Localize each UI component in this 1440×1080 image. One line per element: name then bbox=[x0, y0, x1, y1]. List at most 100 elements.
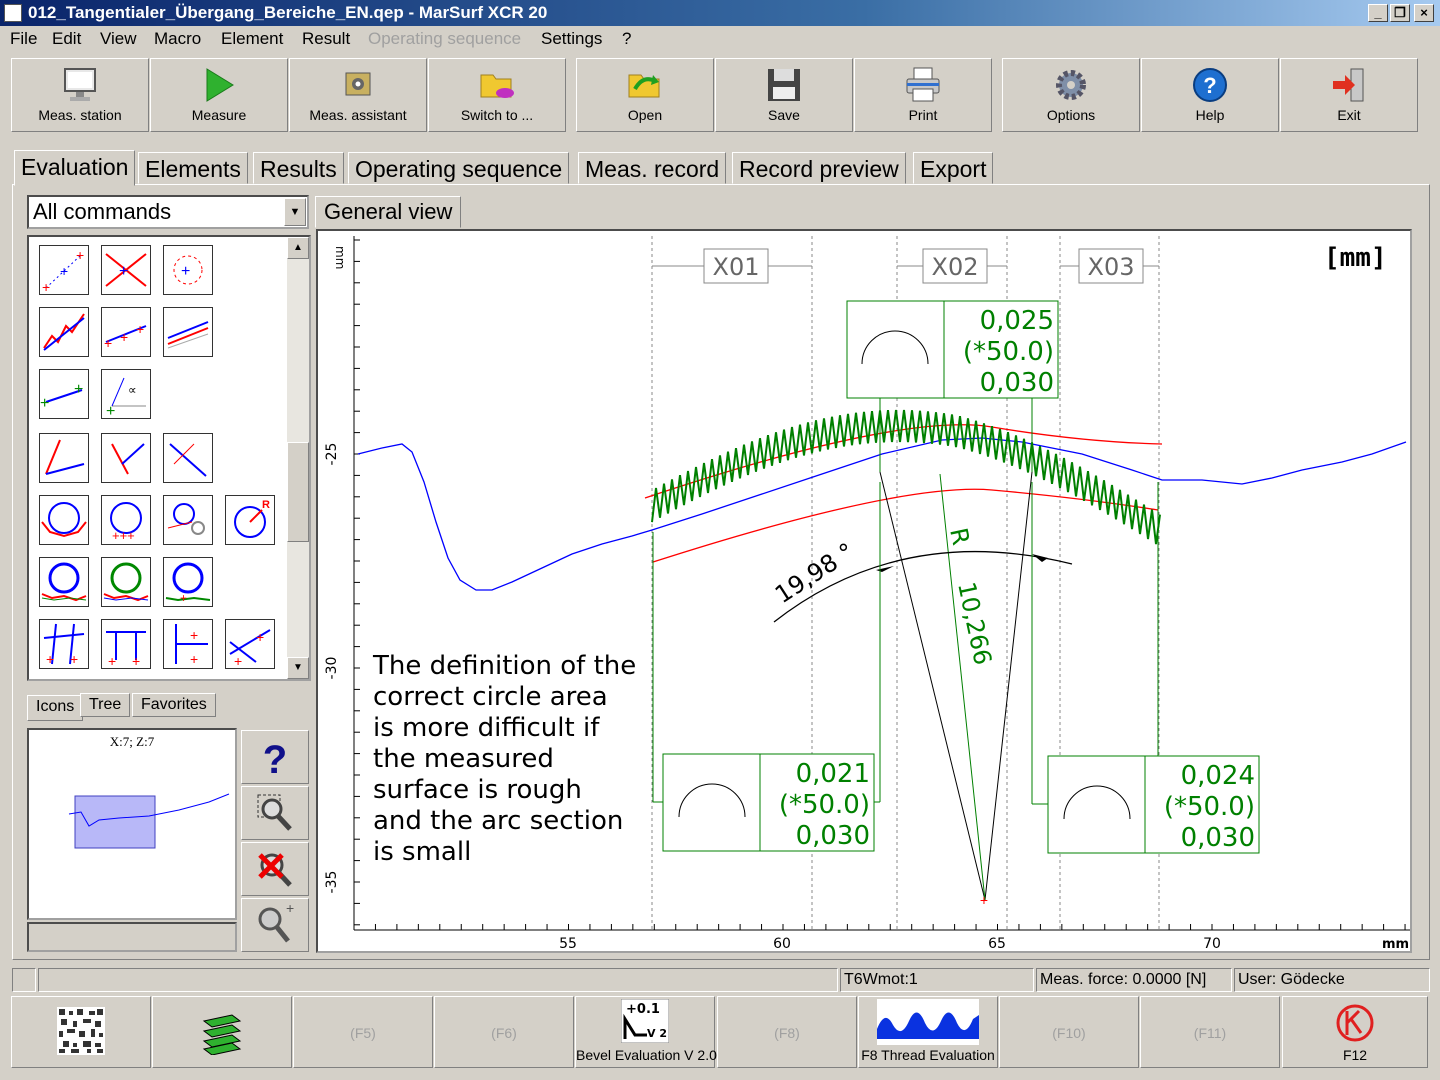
zoom-in-button[interactable]: + bbox=[241, 898, 309, 952]
zoom-in-icon: + bbox=[258, 900, 294, 943]
menu-result[interactable]: Result bbox=[302, 26, 350, 52]
layers-icon bbox=[202, 1014, 242, 1055]
tab-record-preview[interactable]: Record preview bbox=[732, 152, 906, 184]
printer-icon bbox=[906, 67, 940, 102]
scroll-down-icon[interactable]: ▼ bbox=[287, 657, 309, 679]
tab-elements[interactable]: Elements bbox=[138, 152, 248, 184]
tab-favorites[interactable]: Favorites bbox=[132, 693, 216, 717]
menu-bar: File Edit View Macro Element Result Oper… bbox=[0, 26, 1440, 52]
cmd-distance-icon[interactable] bbox=[163, 433, 213, 483]
cmd-circle-fit-icon[interactable] bbox=[39, 495, 89, 545]
cmd-regression-line-icon[interactable] bbox=[39, 307, 89, 357]
switch-to-button[interactable]: Switch to ... bbox=[428, 58, 566, 132]
tab-operating-sequence[interactable]: Operating sequence bbox=[348, 152, 570, 184]
cmd-parallel-vertical-icon[interactable]: + + bbox=[101, 619, 151, 669]
tab-evaluation[interactable]: Evaluation bbox=[14, 150, 136, 186]
lower-tolerance bbox=[652, 488, 1159, 563]
cmd-cross-lines-icon[interactable]: + + bbox=[39, 619, 89, 669]
menu-help[interactable]: ? bbox=[622, 26, 631, 52]
thread-wave-icon bbox=[877, 999, 979, 1045]
print-button[interactable]: Print bbox=[854, 58, 992, 132]
help-button[interactable]: ? Help bbox=[1141, 58, 1279, 132]
radius-prefix: R bbox=[944, 525, 975, 547]
result-box-x02[interactable]: 0,025 (*50.0) 0,030 bbox=[846, 300, 1059, 472]
close-button[interactable]: × bbox=[1414, 4, 1434, 22]
cmd-corner-icon[interactable]: + + bbox=[163, 619, 213, 669]
command-filter-select[interactable]: All commands ▼ bbox=[27, 195, 309, 229]
icon-list-scrollbar[interactable]: ▲ ▼ bbox=[287, 237, 309, 679]
bevel-evaluation-button[interactable]: +0.1 V 2 Bevel Evaluation V 2.0 bbox=[575, 996, 717, 1068]
thread-evaluation-button[interactable]: F8 Thread Evaluation bbox=[858, 996, 998, 1068]
f8-button[interactable]: (F8) bbox=[717, 996, 857, 1068]
cmd-circle-blue-icon[interactable]: + bbox=[163, 557, 213, 607]
menu-edit[interactable]: Edit bbox=[52, 26, 81, 52]
y-axis-ticks bbox=[354, 239, 360, 926]
preview-status bbox=[27, 922, 237, 952]
scroll-up-icon[interactable]: ▲ bbox=[287, 237, 309, 259]
cmd-line-green-icon[interactable]: + + bbox=[39, 369, 89, 419]
cmd-points-icon[interactable]: + + + bbox=[39, 245, 89, 295]
overview-preview[interactable]: X:7; Z:7 bbox=[27, 728, 237, 920]
zoom-window-button[interactable] bbox=[241, 786, 309, 840]
menu-element[interactable]: Element bbox=[221, 26, 283, 52]
meas-assistant-button[interactable]: Meas. assistant bbox=[289, 58, 427, 132]
cmd-line-points-icon[interactable]: + + + bbox=[101, 307, 151, 357]
x-tick-label-55: 55 bbox=[559, 936, 577, 951]
tab-tree[interactable]: Tree bbox=[80, 693, 131, 717]
cmd-angle-lines-icon[interactable] bbox=[39, 433, 89, 483]
cmd-circle-points-icon[interactable]: +++ bbox=[101, 495, 151, 545]
menu-file[interactable]: File bbox=[10, 26, 37, 52]
chevron-down-icon[interactable]: ▼ bbox=[284, 198, 306, 226]
f5-button[interactable]: (F5) bbox=[293, 996, 433, 1068]
measured-profile bbox=[357, 437, 1407, 591]
f6-button[interactable]: (F6) bbox=[434, 996, 574, 1068]
f3-button[interactable] bbox=[11, 996, 151, 1068]
cmd-circle-center-icon[interactable]: + bbox=[163, 245, 213, 295]
svg-text:+: + bbox=[40, 395, 49, 412]
cmd-intersection-icon[interactable]: + bbox=[101, 245, 151, 295]
svg-text:+: + bbox=[120, 329, 128, 345]
minimize-button[interactable]: _ bbox=[1368, 4, 1388, 22]
tab-general-view[interactable]: General view bbox=[315, 196, 462, 228]
profile-graph[interactable]: mm -25 -30 -35 55 60 65 70 mm [mm] X01 X… bbox=[316, 229, 1412, 953]
cmd-circle-green-icon[interactable] bbox=[101, 557, 151, 607]
cmd-diagonal-icon[interactable]: + + bbox=[225, 619, 275, 669]
f4-button[interactable] bbox=[152, 996, 292, 1068]
result-box-x03[interactable]: 0,024 (*50.0) 0,030 bbox=[1031, 482, 1260, 854]
zoom-window-icon bbox=[257, 794, 292, 831]
cmd-circle-radius-icon[interactable]: R bbox=[225, 495, 275, 545]
options-button[interactable]: Options bbox=[1002, 58, 1140, 132]
svg-text:∝: ∝ bbox=[128, 383, 137, 397]
tab-export[interactable]: Export bbox=[913, 152, 994, 184]
svg-text:0,030: 0,030 bbox=[796, 821, 870, 851]
question-button[interactable]: ? bbox=[241, 730, 309, 784]
menu-macro[interactable]: Macro bbox=[154, 26, 201, 52]
cmd-angle-icon[interactable]: ∝ + bbox=[101, 369, 151, 420]
measure-button[interactable]: Measure bbox=[150, 58, 288, 132]
cmd-perpendicular-icon[interactable] bbox=[101, 433, 151, 483]
open-button[interactable]: Open bbox=[576, 58, 714, 132]
cmd-circle-profile-icon[interactable] bbox=[39, 557, 89, 607]
tab-meas-record[interactable]: Meas. record bbox=[578, 152, 727, 184]
y-tick-label-35: -35 bbox=[324, 871, 340, 894]
menu-view[interactable]: View bbox=[100, 26, 137, 52]
tab-results[interactable]: Results bbox=[253, 152, 344, 184]
cmd-parallel-lines-icon[interactable] bbox=[163, 307, 213, 357]
save-button[interactable]: Save bbox=[715, 58, 853, 132]
restore-button[interactable]: ❐ bbox=[1390, 4, 1410, 22]
result-box-x01[interactable]: 0,021 (*50.0) 0,030 bbox=[652, 482, 881, 852]
f11-button[interactable]: (F11) bbox=[1140, 996, 1280, 1068]
svg-text:surface is rough: surface is rough bbox=[373, 775, 582, 805]
f12-button[interactable]: F12 bbox=[1282, 996, 1428, 1068]
svg-text:and the arc section: and the arc section bbox=[373, 806, 623, 836]
zoom-reset-button[interactable] bbox=[241, 842, 309, 896]
f10-button[interactable]: (F10) bbox=[999, 996, 1139, 1068]
cmd-circle-link-icon[interactable] bbox=[163, 495, 213, 545]
svg-text:0,030: 0,030 bbox=[1181, 823, 1255, 853]
menu-settings[interactable]: Settings bbox=[541, 26, 602, 52]
exit-button[interactable]: Exit bbox=[1280, 58, 1418, 132]
scroll-thumb[interactable] bbox=[287, 442, 309, 542]
meas-station-button[interactable]: Meas. station bbox=[11, 58, 149, 132]
gear-icon bbox=[1056, 70, 1086, 100]
tab-icons[interactable]: Icons bbox=[27, 695, 84, 721]
